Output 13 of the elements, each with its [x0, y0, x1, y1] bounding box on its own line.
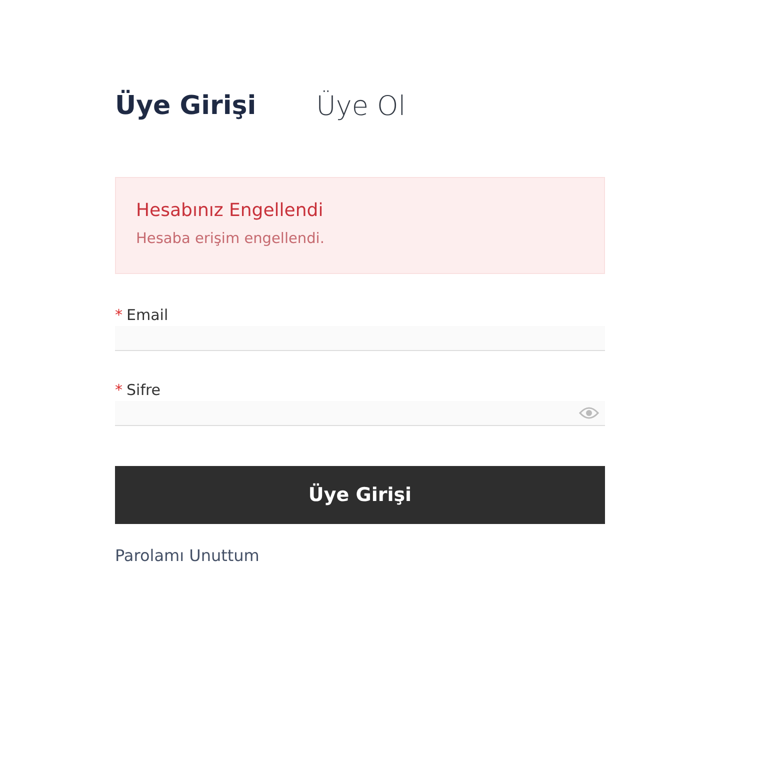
- required-mark: *: [115, 306, 122, 324]
- alert-title: Hesabınız Engellendi: [136, 200, 324, 221]
- login-button[interactable]: Üye Girişi: [115, 466, 605, 524]
- password-field[interactable]: [115, 401, 605, 426]
- tab[interactable]: Üye Girişi: [115, 91, 256, 121]
- tab[interactable]: Üye Ol: [316, 90, 406, 122]
- alert-message: Hesaba erişim engellendi.: [136, 231, 326, 247]
- forgot-password-link[interactable]: Parolamı Unuttum: [115, 546, 260, 565]
- field-label: Sifre: [126, 381, 161, 399]
- required-mark: *: [115, 381, 122, 399]
- eye-icon[interactable]: [579, 406, 599, 420]
- email-field[interactable]: [115, 326, 605, 351]
- field-label: Email: [126, 306, 168, 324]
